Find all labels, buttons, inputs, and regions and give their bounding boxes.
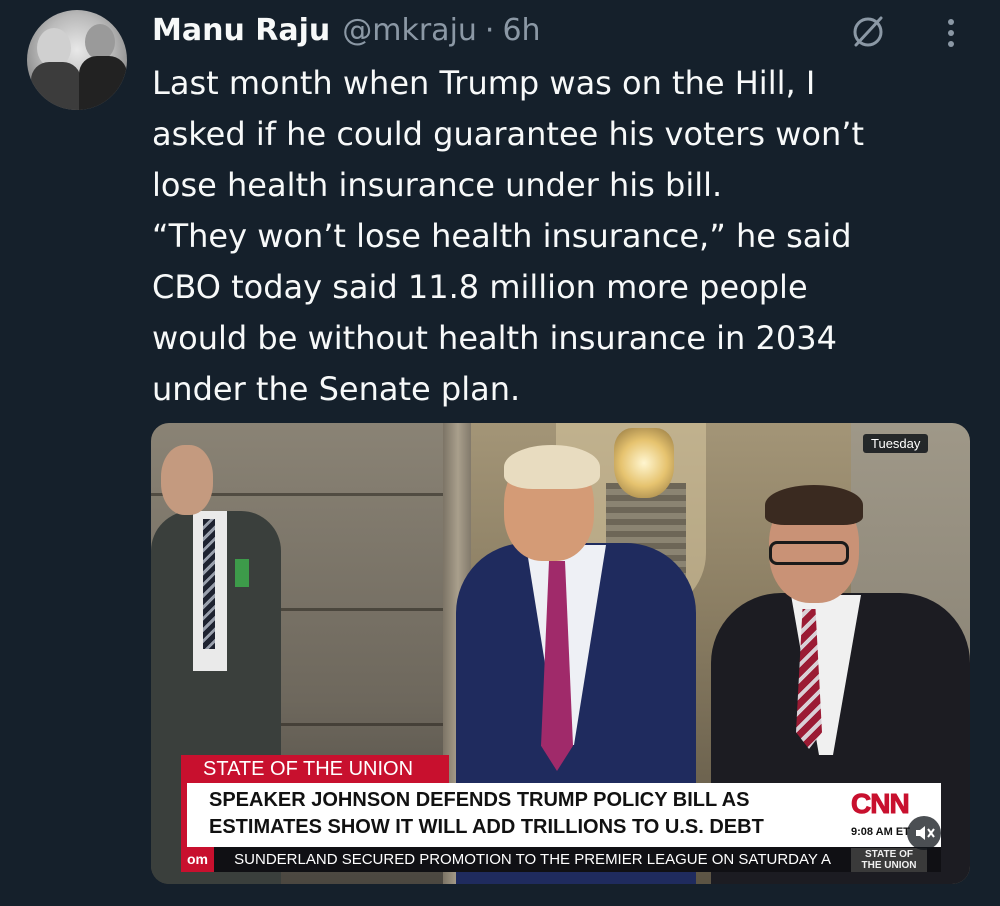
show-logo-line: THE UNION: [861, 860, 917, 871]
tweet-text-line: under the Senate plan.: [152, 370, 521, 408]
mute-icon: [916, 826, 935, 840]
hair: [504, 445, 600, 489]
separator: ·: [484, 12, 495, 48]
tweet-header: Manu Raju @mkraju · 6h: [152, 8, 541, 52]
chandelier: [614, 428, 674, 498]
author-name[interactable]: Manu Raju: [152, 13, 330, 48]
avatar-figure: [85, 24, 115, 60]
guard-head: [161, 445, 213, 515]
chyron-headline-line: ESTIMATES SHOW IT WILL ADD TRILLIONS TO …: [209, 816, 764, 838]
chyron-headline: SPEAKER JOHNSON DEFENDS TRUMP POLICY BIL…: [181, 783, 941, 847]
hair: [765, 485, 863, 525]
avatar-figure: [31, 62, 81, 110]
avatar-figure: [79, 56, 127, 110]
chyron-headline-line: SPEAKER JOHNSON DEFENDS TRUMP POLICY BIL…: [209, 789, 750, 811]
more-options-icon[interactable]: [936, 14, 966, 50]
tweet-text-line: “They won’t lose health insurance,” he s…: [152, 217, 852, 255]
show-logo: STATE OF THE UNION: [851, 848, 927, 872]
author-handle[interactable]: @mkraju: [342, 13, 477, 48]
guard-badge: [235, 559, 249, 587]
tweet-text-line: Last month when Trump was on the Hill, I: [152, 64, 816, 102]
avatar[interactable]: [27, 10, 127, 110]
mute-button[interactable]: [907, 816, 941, 850]
tweet-text-line: would be without health insurance in 203…: [152, 319, 837, 357]
tweet-text: Last month when Trump was on the Hill, I…: [152, 58, 982, 415]
chyron-label: STATE OF THE UNION: [181, 755, 449, 783]
tweet-timestamp[interactable]: 6h: [502, 13, 540, 48]
video-player[interactable]: Tuesday STATE OF THE UNION SPEAKER JOHNS…: [151, 423, 970, 884]
ticker-text: SUNDERLAND SECURED PROMOTION TO THE PREM…: [234, 851, 831, 868]
tweet-text-line: asked if he could guarantee his voters w…: [152, 115, 864, 153]
ticker-tag: om: [181, 847, 214, 872]
grok-icon[interactable]: [850, 14, 886, 50]
guard-tie: [203, 519, 215, 649]
tweet-text-line: CBO today said 11.8 million more people: [152, 268, 808, 306]
broadcast-clock: 9:08 AM ET: [851, 826, 910, 838]
news-ticker: om SUNDERLAND SECURED PROMOTION TO THE P…: [181, 847, 941, 872]
glasses: [769, 541, 849, 565]
video-timestamp-badge: Tuesday: [863, 434, 929, 453]
tweet-text-line: lose health insurance under his bill.: [152, 166, 723, 204]
